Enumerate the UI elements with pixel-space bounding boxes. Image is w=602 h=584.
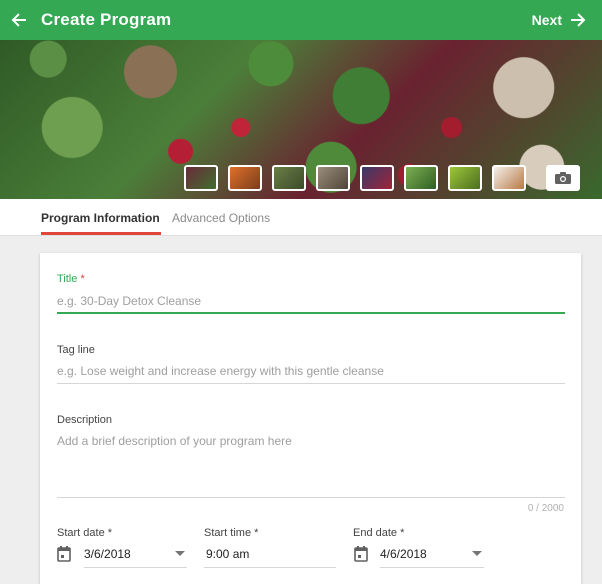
- tab-program-information[interactable]: Program Information: [41, 199, 160, 236]
- thumbnail-berries[interactable]: [360, 165, 394, 191]
- camera-icon: [555, 172, 571, 184]
- end-date-dropdown-icon[interactable]: [472, 551, 482, 556]
- app-bar: Create Program Next: [0, 0, 602, 40]
- tagline-input-underline: [57, 383, 565, 384]
- upload-photo-button[interactable]: [546, 165, 580, 191]
- start-time-underline: [204, 567, 336, 568]
- start-date-input[interactable]: 3/6/2018: [84, 547, 131, 561]
- thumbnail-grape-salad[interactable]: [184, 165, 218, 191]
- required-mark: *: [80, 273, 85, 285]
- next-button[interactable]: Next: [531, 0, 586, 40]
- description-textarea[interactable]: Add a brief description of your program …: [57, 434, 292, 448]
- next-label: Next: [531, 12, 562, 28]
- thumbnail-tape-measure[interactable]: [448, 165, 482, 191]
- page-title: Create Program: [41, 10, 172, 29]
- description-label: Description: [57, 414, 113, 426]
- title-label: Title *: [57, 273, 85, 285]
- end-date-underline: [380, 567, 484, 568]
- thumbnail-carrots[interactable]: [228, 165, 262, 191]
- title-input[interactable]: e.g. 30-Day Detox Cleanse: [57, 294, 201, 308]
- tab-bar: Program Information Advanced Options: [0, 199, 602, 236]
- thumbnail-strip: [184, 165, 526, 191]
- tagline-label: Tag line: [57, 344, 95, 356]
- description-char-counter: 0 / 2000: [527, 503, 564, 514]
- description-underline: [57, 497, 565, 498]
- thumbnail-dancer[interactable]: [492, 165, 526, 191]
- start-date-label: Start date *: [57, 527, 113, 539]
- thumbnail-greens[interactable]: [272, 165, 306, 191]
- end-date-input[interactable]: 4/6/2018: [380, 547, 427, 561]
- end-date-label: End date *: [353, 527, 405, 539]
- program-form-card: Title * e.g. 30-Day Detox Cleanse Tag li…: [40, 253, 581, 584]
- start-time-input[interactable]: 9:00 am: [206, 547, 249, 561]
- tab-advanced-options[interactable]: Advanced Options: [172, 199, 270, 236]
- back-button[interactable]: [9, 10, 29, 30]
- thumbnail-leafy-greens[interactable]: [404, 165, 438, 191]
- arrow-right-icon: [571, 13, 586, 27]
- active-tab-indicator: [41, 232, 161, 235]
- start-date-underline: [84, 567, 187, 568]
- calendar-icon[interactable]: [354, 546, 368, 562]
- thumbnail-scissors-chopping[interactable]: [316, 165, 350, 191]
- title-input-underline: [57, 312, 565, 314]
- start-time-label: Start time *: [204, 527, 259, 539]
- start-date-dropdown-icon[interactable]: [175, 551, 185, 556]
- calendar-icon[interactable]: [57, 546, 71, 562]
- tagline-input[interactable]: e.g. Lose weight and increase energy wit…: [57, 364, 384, 378]
- arrow-left-icon: [11, 13, 26, 27]
